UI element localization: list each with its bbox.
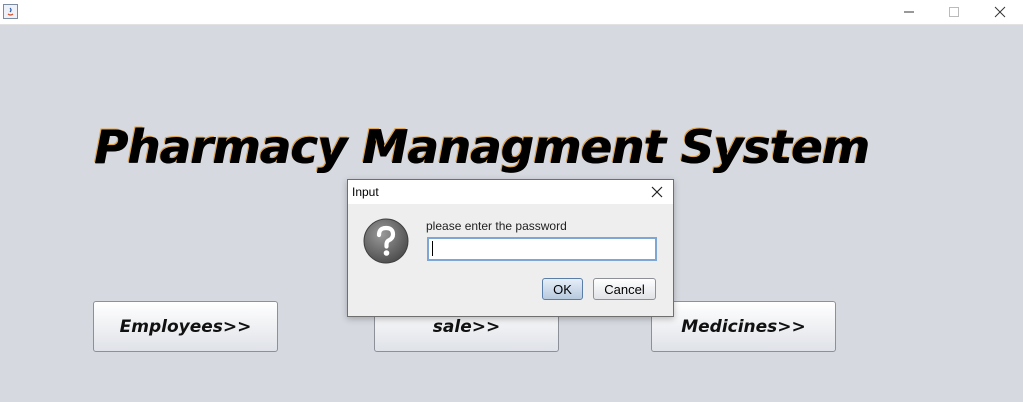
- close-icon: [651, 186, 663, 198]
- ok-button[interactable]: OK: [542, 278, 583, 300]
- maximize-button[interactable]: [931, 0, 977, 24]
- page-title: Pharmacy Managment System: [94, 120, 869, 174]
- medicines-button[interactable]: Medicines>>: [651, 301, 836, 352]
- close-button[interactable]: [977, 0, 1023, 24]
- password-prompt: please enter the password: [426, 219, 567, 233]
- text-caret: [432, 241, 433, 256]
- password-input[interactable]: [427, 237, 657, 261]
- question-icon: [363, 218, 409, 264]
- dialog-titlebar: Input: [348, 180, 673, 204]
- java-icon[interactable]: [3, 4, 18, 19]
- dialog-title: Input: [352, 185, 379, 199]
- minimize-icon: [904, 11, 914, 13]
- maximize-icon: [949, 7, 959, 17]
- window-titlebar: [0, 0, 1023, 25]
- dialog-close-button[interactable]: [641, 180, 673, 204]
- minimize-button[interactable]: [886, 0, 932, 24]
- close-icon: [994, 6, 1006, 18]
- employees-button[interactable]: Employees>>: [93, 301, 278, 352]
- password-dialog: Input please enter the password OK Cance…: [347, 179, 674, 317]
- cancel-button[interactable]: Cancel: [593, 278, 656, 300]
